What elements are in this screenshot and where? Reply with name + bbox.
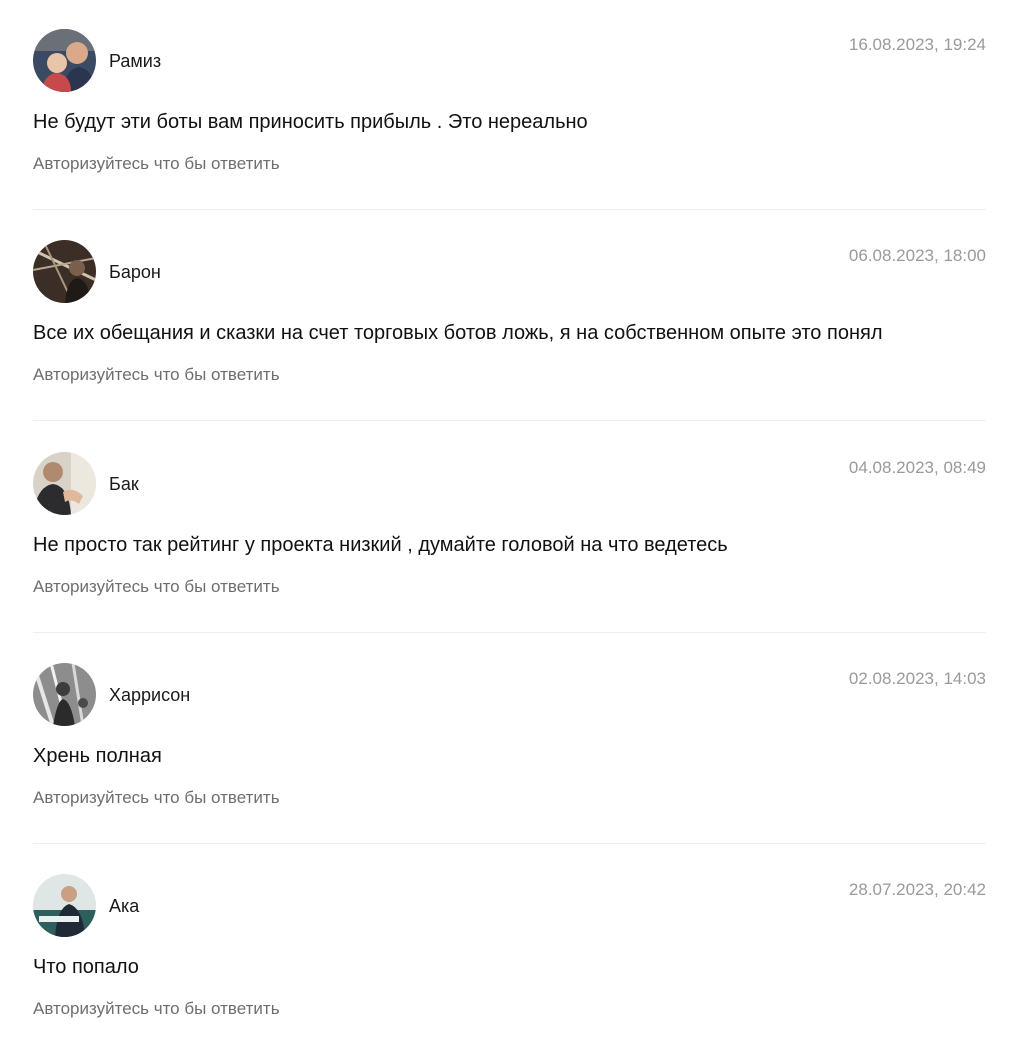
comment-item: Ака 28.07.2023, 20:42 Что попало Авториз… (33, 874, 986, 1037)
divider (33, 420, 986, 421)
reply-login-link[interactable]: Авторизуйтесь что бы ответить (33, 153, 280, 175)
comment-date: 04.08.2023, 08:49 (848, 458, 986, 477)
comment-item: Барон 06.08.2023, 18:00 Все их обещания … (33, 240, 986, 451)
comment-date: 28.07.2023, 20:42 (848, 880, 986, 899)
comment-header: Харрисон 02.08.2023, 14:03 (33, 663, 986, 727)
comment-author: Барон (109, 262, 161, 282)
reply-login-link[interactable]: Авторизуйтесь что бы ответить (33, 998, 280, 1020)
comment-text: Не будут эти боты вам приносить прибыль … (33, 111, 588, 133)
comment-author: Бак (109, 474, 139, 494)
avatar[interactable] (33, 240, 96, 303)
avatar[interactable] (33, 452, 96, 515)
divider (33, 209, 986, 210)
comment-header: Бак 04.08.2023, 08:49 (33, 452, 986, 516)
reply-login-link[interactable]: Авторизуйтесь что бы ответить (33, 364, 280, 386)
comment-item: Харрисон 02.08.2023, 14:03 Хрень полная … (33, 663, 986, 874)
comment-item: Рамиз 16.08.2023, 19:24 Не будут эти бот… (33, 29, 986, 240)
divider (33, 843, 986, 844)
comment-item: Бак 04.08.2023, 08:49 Не просто так рейт… (33, 452, 986, 663)
comment-header: Барон 06.08.2023, 18:00 (33, 240, 986, 304)
comments-list: Рамиз 16.08.2023, 19:24 Не будут эти бот… (0, 0, 1024, 1037)
comment-date: 16.08.2023, 19:24 (848, 35, 986, 54)
reply-login-link[interactable]: Авторизуйтесь что бы ответить (33, 576, 280, 598)
avatar[interactable] (33, 29, 96, 92)
reply-login-link[interactable]: Авторизуйтесь что бы ответить (33, 787, 280, 809)
comment-text: Хрень полная (33, 745, 162, 767)
comment-author: Рамиз (109, 51, 162, 71)
divider (33, 632, 986, 633)
comment-author: Харрисон (109, 685, 191, 705)
comment-date: 02.08.2023, 14:03 (848, 669, 986, 688)
comment-header: Ака 28.07.2023, 20:42 (33, 874, 986, 938)
avatar[interactable] (33, 874, 96, 937)
comment-author: Ака (109, 896, 140, 916)
comment-text: Не просто так рейтинг у проекта низкий ,… (33, 534, 728, 556)
comment-header: Рамиз 16.08.2023, 19:24 (33, 29, 986, 93)
avatar[interactable] (33, 663, 96, 726)
comment-text: Все их обещания и сказки на счет торговы… (33, 322, 883, 344)
comment-date: 06.08.2023, 18:00 (848, 246, 986, 265)
comment-text: Что попало (33, 956, 139, 978)
